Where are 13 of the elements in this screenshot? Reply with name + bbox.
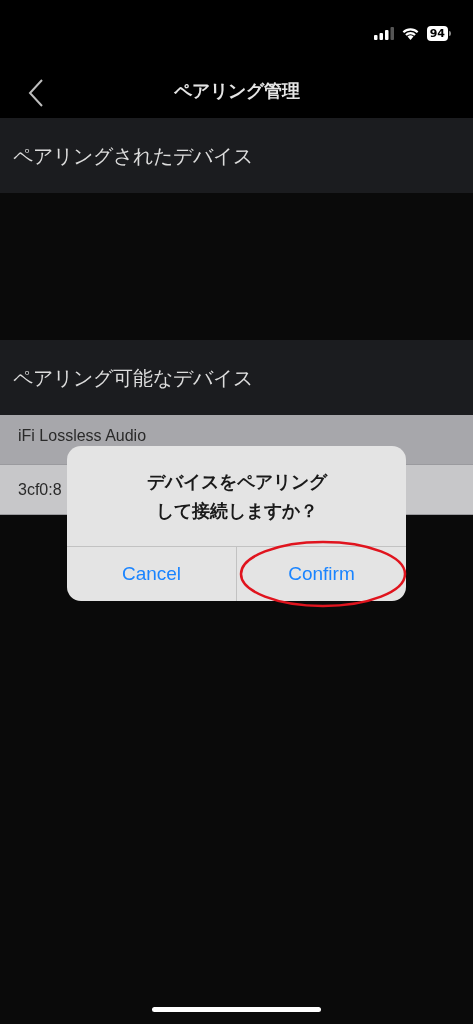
battery-level: 94 bbox=[426, 25, 448, 41]
signal-icon bbox=[373, 26, 394, 40]
section-title: ペアリング可能なデバイス bbox=[13, 364, 253, 392]
section-title: ペアリングされたデバイス bbox=[13, 142, 253, 170]
wifi-icon bbox=[400, 26, 420, 40]
dialog-button[interactable]: Confirm bbox=[236, 547, 406, 601]
screen-title: ペアリング管理 bbox=[173, 78, 300, 103]
device-name: iFi Lossless Audio bbox=[18, 427, 147, 445]
dialog-button[interactable]: Cancel bbox=[67, 547, 236, 601]
back-chevron-icon bbox=[28, 79, 44, 107]
dialog-message-line: して接続しますか？ bbox=[155, 499, 318, 523]
device-name: 3cf0:8 bbox=[18, 480, 62, 499]
dialog-message-line: デバイスをペアリング bbox=[146, 470, 327, 494]
